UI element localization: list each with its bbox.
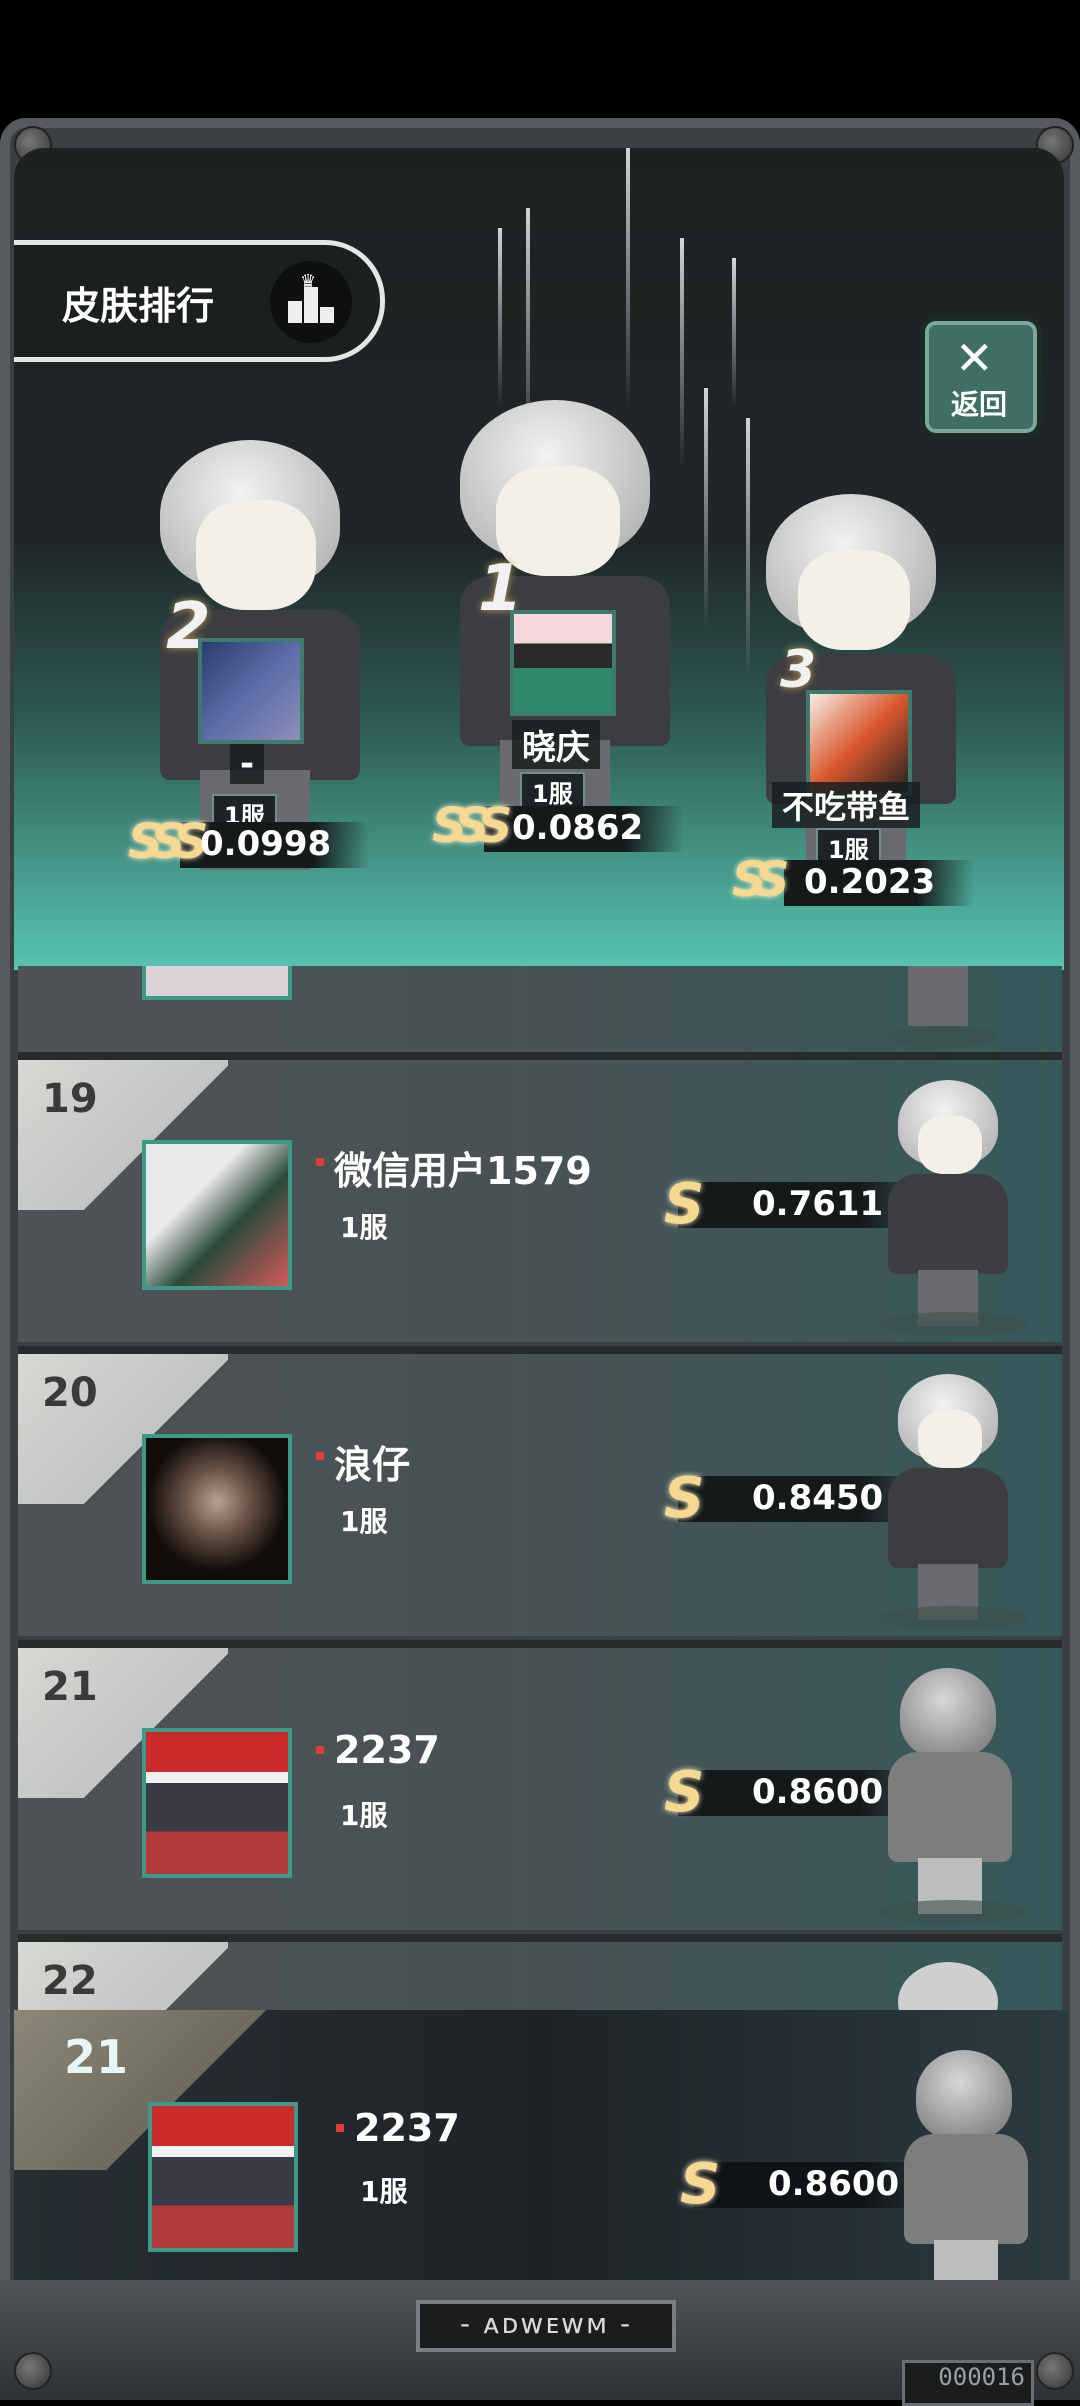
- s-badge-icon: S: [664, 1172, 704, 1237]
- s-badge-icon: S: [664, 1466, 704, 1531]
- sss-badge-icon: SSS: [432, 798, 512, 854]
- podium-avatar-3[interactable]: [806, 690, 912, 796]
- page-title: 皮肤排行: [62, 284, 215, 328]
- rank-number: 20: [42, 1370, 98, 1416]
- podium-avatar-2[interactable]: [198, 638, 304, 744]
- s-badge-icon: S: [664, 1760, 704, 1825]
- spotlight-line: [732, 258, 736, 408]
- my-rank-row[interactable]: 21 2237 1服 S 0.8600: [14, 2010, 1068, 2310]
- podium-name-3: 不吃带鱼: [772, 782, 921, 828]
- avatar[interactable]: [142, 1434, 292, 1584]
- avatar[interactable]: [142, 1728, 292, 1878]
- counter-display: 000016: [902, 2360, 1034, 2406]
- ranking-title-pill: 皮肤排行 ♛: [14, 240, 385, 362]
- player-name: 微信用户1579: [316, 1140, 592, 1195]
- spotlight-line: [746, 418, 750, 678]
- skin-character: [878, 1080, 1038, 1340]
- my-server: 1服: [360, 2175, 408, 2208]
- avatar[interactable]: [142, 1140, 292, 1290]
- spotlight-line: [498, 228, 502, 408]
- rank-number: 22: [42, 1958, 98, 2004]
- my-avatar[interactable]: [148, 2102, 298, 2252]
- my-rank-number: 21: [64, 2030, 129, 2084]
- player-name: 浪仔: [315, 1434, 410, 1489]
- player-name: 2237: [316, 1728, 440, 1772]
- status-bar: [0, 0, 1080, 118]
- list-item[interactable]: 19 微信用户1579 1服 S 0.7611: [18, 1052, 1062, 1342]
- spotlight-line: [704, 388, 708, 628]
- list-item[interactable]: 20 浪仔 1服 S 0.8450: [18, 1346, 1062, 1636]
- podium-score-2: SSS 0.0998: [128, 814, 370, 870]
- skin-character: [878, 1374, 1038, 1634]
- screw-decoration: [1036, 2352, 1074, 2390]
- server-label: 1服: [340, 1799, 388, 1832]
- back-button[interactable]: ✕ 返回: [920, 316, 1042, 438]
- list-item[interactable]: 21 2237 1服 S 0.8600: [18, 1640, 1062, 1930]
- podium-score-3: SS 0.2023: [732, 852, 974, 908]
- nameplate: - ᴀᴅᴡᴇᴡᴍ -: [416, 2300, 676, 2352]
- armored-knight-character: [894, 2050, 1054, 2310]
- server-label: 1服: [340, 1211, 388, 1244]
- podium-trophy-icon: ♛: [270, 261, 352, 343]
- server-label: 1服: [340, 1505, 388, 1538]
- podium-score-1: SSS 0.0862: [432, 798, 684, 854]
- close-icon: ✕: [955, 331, 994, 385]
- podium-name-1: 晓庆: [512, 720, 600, 769]
- podium-name-2: -: [230, 744, 265, 784]
- list-item-partial[interactable]: [18, 966, 1062, 1052]
- sss-badge-icon: SSS: [128, 814, 208, 870]
- armored-knight-character: [878, 1668, 1038, 1928]
- ss-badge-icon: SS: [732, 852, 790, 908]
- back-label: 返回: [951, 388, 1008, 421]
- s-badge-icon: S: [680, 2152, 720, 2217]
- my-name: 2237: [336, 2106, 460, 2150]
- podium-avatar-1[interactable]: [510, 610, 616, 716]
- rank-number: 21: [42, 1664, 98, 1710]
- rank-number: 19: [42, 1076, 98, 1122]
- screw-decoration: [14, 2352, 52, 2390]
- spotlight-line: [626, 148, 630, 408]
